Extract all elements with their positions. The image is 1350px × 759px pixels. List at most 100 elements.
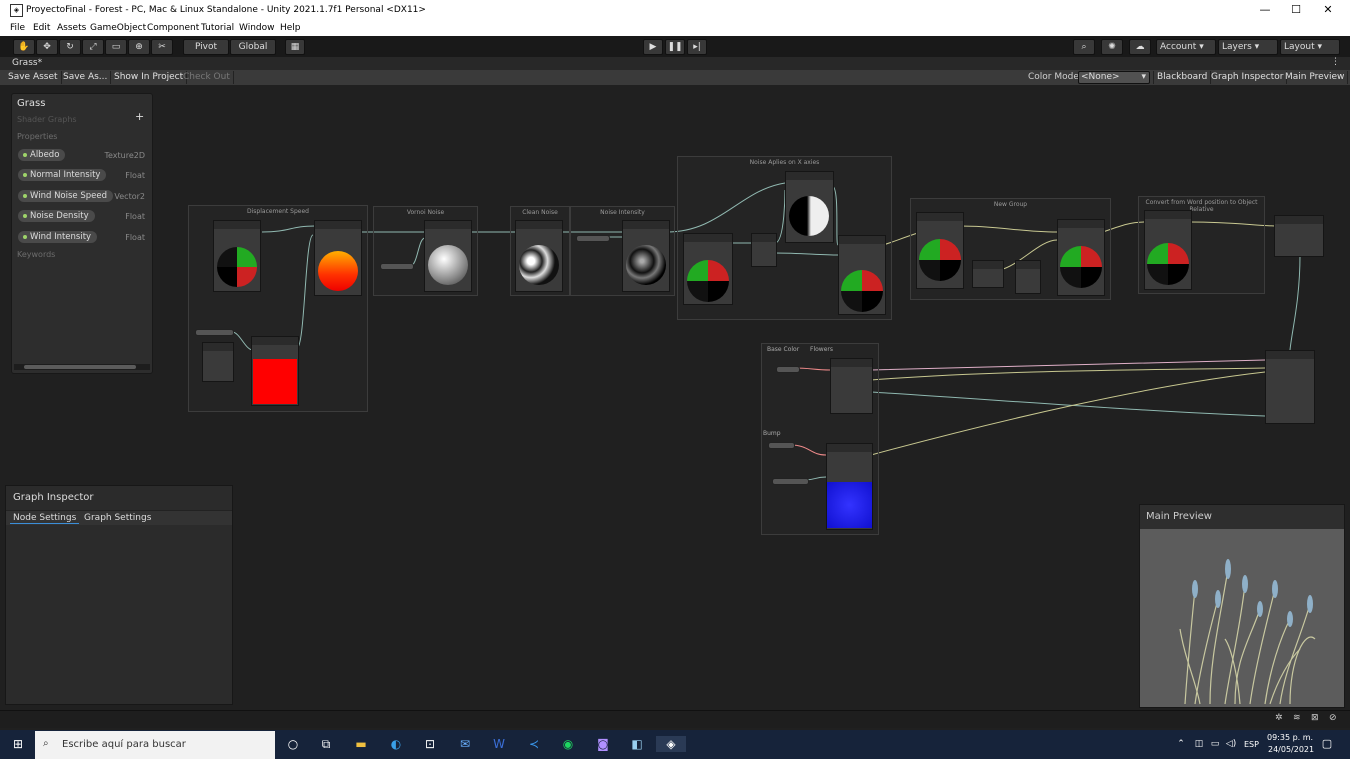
blackboard-panel[interactable]: Grass Shader Graphs + Properties Albedo … <box>11 93 153 374</box>
vscode-icon[interactable]: ≺ <box>525 736 543 752</box>
node-preview <box>519 245 559 285</box>
group-title: New Group <box>993 201 1028 208</box>
progress-icon[interactable]: ⊠ <box>1311 713 1319 723</box>
property-type: Float <box>125 212 145 221</box>
settings-icon[interactable]: ⊘ <box>1329 713 1337 723</box>
cortana-icon[interactable]: ○ <box>284 736 302 752</box>
group-title: Noise Aplies on X axies <box>749 159 820 166</box>
uv-node[interactable] <box>202 342 234 382</box>
volume-icon[interactable]: ◁) <box>1222 736 1240 752</box>
property-chip[interactable] <box>768 442 795 449</box>
transform-node-2[interactable] <box>1144 210 1192 290</box>
scrollbar-thumb[interactable] <box>24 365 136 369</box>
store-icon[interactable]: ⊡ <box>421 736 439 752</box>
fragment-master-node[interactable] <box>1265 350 1315 424</box>
horizontal-scrollbar[interactable] <box>14 364 150 370</box>
group-title: Noise Intensity <box>600 209 645 216</box>
time-node[interactable] <box>213 220 261 292</box>
transform-node[interactable] <box>916 212 964 289</box>
properties-label: Properties <box>17 132 58 141</box>
notification-icon[interactable]: ▢ <box>1318 736 1336 752</box>
main-preview-panel[interactable]: Main Preview <box>1139 504 1345 708</box>
search-placeholder: Escribe aquí para buscar <box>62 739 186 750</box>
word-icon[interactable]: W <box>490 736 508 752</box>
edge-icon[interactable]: ◐ <box>387 736 405 752</box>
vertex-master-node[interactable] <box>1274 215 1324 257</box>
node-preview <box>827 482 872 528</box>
language-indicator[interactable]: ESP <box>1244 740 1259 749</box>
node-preview <box>1147 243 1189 285</box>
wire <box>870 391 1266 417</box>
node-preview <box>687 260 729 302</box>
file-explorer-icon[interactable]: ▬ <box>352 736 370 752</box>
node-preview <box>919 239 961 281</box>
spotify-icon[interactable]: ◉ <box>559 736 577 752</box>
tab-graph-settings[interactable]: Graph Settings <box>84 513 151 523</box>
graph-inspector-panel[interactable]: Graph Inspector Node Settings Graph Sett… <box>5 485 233 705</box>
sample-texture-node[interactable] <box>830 358 873 414</box>
node-preview <box>428 245 468 285</box>
node-preview <box>253 359 297 404</box>
clean-noise-node[interactable] <box>515 220 563 292</box>
property-type: Float <box>125 171 145 180</box>
lerp-node[interactable] <box>1057 219 1105 296</box>
layers-stack-icon[interactable]: ≋ <box>1293 713 1301 723</box>
property-chip[interactable] <box>576 235 610 242</box>
property-chip[interactable] <box>380 263 414 270</box>
property-type: Vector2 <box>114 192 145 201</box>
uv-node-2[interactable] <box>972 260 1004 288</box>
property-chip[interactable] <box>776 366 800 373</box>
clock-date[interactable]: 24/05/2021 <box>1268 745 1314 754</box>
group-subtitle-bump: Bump <box>763 430 781 437</box>
node-preview <box>1060 246 1102 288</box>
noise-intensity-node[interactable] <box>622 220 670 292</box>
property-normal-intensity[interactable]: Normal Intensity <box>18 169 107 181</box>
sample-normal-node[interactable] <box>826 443 873 530</box>
windows-start-icon[interactable]: ⊞ <box>9 736 27 752</box>
wire <box>1289 254 1301 351</box>
property-type: Float <box>125 233 145 242</box>
grass-preview-image <box>1179 559 1316 705</box>
task-view-icon[interactable]: ⧉ <box>317 736 335 752</box>
property-chip[interactable] <box>195 329 234 336</box>
tiling-offset-node[interactable] <box>251 336 299 406</box>
taskbar-search[interactable]: ⌕ Escribe aquí para buscar <box>35 731 275 759</box>
debug-icon[interactable]: ✲ <box>1275 713 1283 723</box>
notes-icon[interactable]: ◧ <box>628 736 646 752</box>
split-node-2[interactable] <box>1015 260 1041 294</box>
group-title: Base Color <box>767 346 800 353</box>
property-wind-intensity[interactable]: Wind Intensity <box>18 231 98 243</box>
property-type: Texture2D <box>104 151 145 160</box>
blackboard-title: Grass <box>17 98 46 109</box>
tray-chevron-icon[interactable]: ⌃ <box>1172 736 1190 752</box>
add-property-button[interactable]: + <box>135 110 144 123</box>
unity-taskbar-icon[interactable]: ◈ <box>656 736 686 752</box>
wire <box>870 367 1266 381</box>
node-preview <box>626 245 666 285</box>
group-title: Displacement Speed <box>247 208 309 215</box>
property-albedo[interactable]: Albedo <box>18 149 66 161</box>
tab-node-settings[interactable]: Node Settings <box>10 513 80 524</box>
position-node[interactable] <box>683 233 733 305</box>
blackboard-subtitle: Shader Graphs <box>17 115 77 124</box>
group-subtitle: Flowers <box>810 346 833 353</box>
search-icon: ⌕ <box>43 738 49 749</box>
node-preview <box>841 270 883 312</box>
status-bar: ✲ ≋ ⊠ ⊘ <box>0 710 1350 728</box>
split-node[interactable] <box>751 233 777 267</box>
clock-time[interactable]: 09:35 p. m. <box>1267 733 1313 742</box>
property-noise-density[interactable]: Noise Density <box>18 210 95 222</box>
mail-icon[interactable]: ✉ <box>456 736 474 752</box>
inspector-title: Graph Inspector <box>13 492 94 503</box>
multiply-node[interactable] <box>314 220 362 296</box>
windows-taskbar: ⊞ ⌕ Escribe aquí para buscar ○ ⧉ ▬ ◐ ⊡ ✉… <box>0 730 1350 759</box>
voronoi-node[interactable] <box>424 220 472 292</box>
combine-node[interactable] <box>838 235 886 315</box>
group-title: Clean Noise <box>522 209 558 216</box>
property-chip[interactable] <box>772 478 809 485</box>
group-title: Vornoi Noise <box>406 209 445 216</box>
discord-icon[interactable]: ◙ <box>594 736 612 752</box>
add-node[interactable] <box>785 171 834 243</box>
preview-viewport[interactable] <box>1140 529 1344 707</box>
property-wind-noise-speed[interactable]: Wind Noise Speed <box>18 190 113 202</box>
